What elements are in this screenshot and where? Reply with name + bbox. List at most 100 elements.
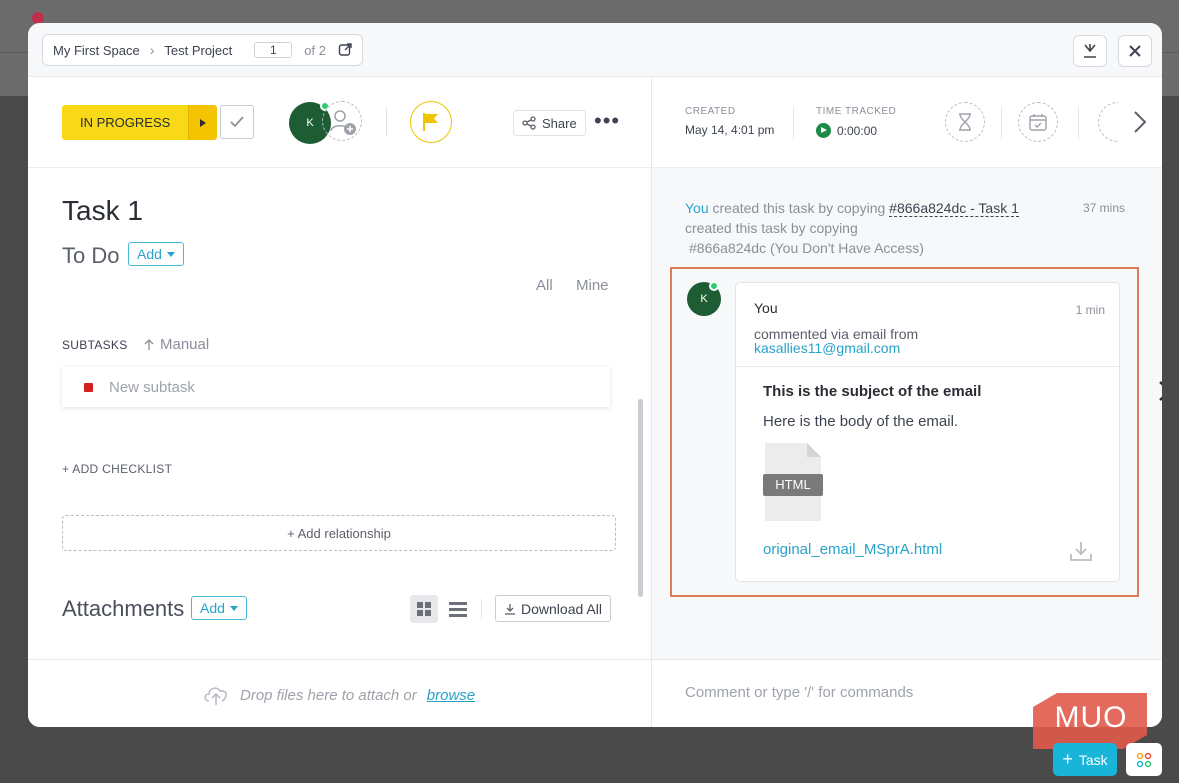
comment-author: You (754, 300, 778, 316)
time-estimate-button[interactable] (945, 102, 985, 142)
list-icon (449, 602, 467, 617)
time-tracked-value: 0:00:00 (837, 124, 878, 138)
minimize-button[interactable] (1073, 35, 1107, 67)
divider (1078, 107, 1079, 139)
share-button[interactable]: Share (513, 110, 586, 136)
created-value: May 14, 4:01 pm (685, 123, 775, 137)
plus-icon: + (1062, 749, 1073, 769)
close-icon (1129, 45, 1141, 57)
email-body: Here is the body of the email. (763, 413, 959, 430)
attachments-heading: Attachments (62, 596, 185, 621)
comment-input[interactable]: Comment or type '/' for commands (685, 684, 913, 701)
hourglass-icon (959, 113, 971, 131)
status-label[interactable]: IN PROGRESS (62, 105, 189, 140)
commenter-initial: K (700, 293, 708, 305)
activity-actor[interactable]: You (685, 200, 709, 216)
sort-manual[interactable]: Manual (160, 336, 209, 353)
comment-header: You 1 min commented via email from kasal… (736, 283, 1119, 367)
add-relationship-button[interactable]: + Add relationship (62, 515, 616, 551)
download-all-button[interactable]: Download All (495, 595, 611, 622)
scrollbar[interactable] (638, 399, 643, 597)
task-meta: CREATED May 14, 4:01 pm TIME TRACKED 0:0… (652, 77, 1162, 168)
download-all-label: Download All (521, 600, 602, 617)
task-modal: My First Space › Test Project 1 of 2 IN … (28, 23, 1162, 727)
breadcrumb-project[interactable]: Test Project (164, 43, 232, 58)
more-meta-button[interactable] (1098, 102, 1118, 142)
online-status-dot (709, 281, 719, 291)
chevron-right-icon: › (149, 42, 155, 58)
highlighted-comment: K You 1 min commented via email from kas… (670, 267, 1139, 597)
subtasks-heading: SUBTASKS (62, 338, 128, 352)
share-label: Share (542, 115, 577, 131)
priority-button[interactable] (410, 101, 452, 143)
task-toolbar: IN PROGRESS K Share ••• (28, 77, 651, 168)
due-date-button[interactable] (1018, 102, 1058, 142)
add-task-button[interactable]: + Task (1053, 743, 1117, 776)
minimize-icon (1084, 44, 1096, 58)
assignee-initial: K (306, 117, 314, 129)
watermark-text: MUO (1054, 701, 1128, 734)
chevron-right-icon[interactable] (1130, 109, 1150, 135)
open-external-icon[interactable] (338, 43, 352, 57)
cloud-upload-icon (204, 687, 227, 705)
todo-add-button[interactable]: Add (128, 242, 184, 266)
apps-button[interactable] (1126, 743, 1162, 776)
attachment-dropzone[interactable]: Drop files here to attach or browse (28, 659, 651, 727)
time-tracked-label: TIME TRACKED (816, 106, 897, 117)
add-assignee-button[interactable] (322, 101, 362, 141)
breadcrumb: My First Space › Test Project 1 of 2 (42, 34, 363, 66)
activity-time: 37 mins (1082, 201, 1125, 215)
new-subtask-input[interactable]: New subtask (62, 367, 610, 407)
html-file-icon[interactable]: HTML (763, 443, 823, 521)
activity-entry: You created this task by copying #866a82… (685, 198, 1125, 258)
activity-task-link[interactable]: #866a824dc - Task 1 (889, 200, 1019, 217)
list-view-button[interactable] (444, 595, 472, 623)
attachment-link[interactable]: original_email_MSprA.html (763, 541, 942, 558)
dropzone-text: Drop files here to attach or browse (202, 684, 475, 706)
activity-line2: created this task by copying (685, 220, 858, 236)
modal-header: My First Space › Test Project 1 of 2 (28, 23, 1162, 77)
activity-text: created this task by copying (708, 200, 890, 216)
comment-time: 1 min (1075, 303, 1105, 317)
add-user-icon (330, 110, 356, 135)
add-checklist-button[interactable]: + ADD CHECKLIST (62, 462, 172, 476)
complete-button[interactable] (220, 105, 254, 139)
more-options-button[interactable]: ••• (594, 110, 620, 132)
grid-view-button[interactable] (410, 595, 438, 623)
filter-all[interactable]: All (536, 277, 553, 294)
time-tracked[interactable]: 0:00:00 (816, 123, 877, 138)
caret-down-icon (166, 251, 175, 257)
breadcrumb-space[interactable]: My First Space (53, 43, 140, 58)
status-next-button[interactable] (188, 105, 218, 140)
close-button[interactable] (1118, 35, 1152, 67)
created-label: CREATED (685, 106, 736, 117)
play-icon[interactable] (816, 123, 831, 138)
caret-down-icon (229, 605, 238, 611)
checkmark-icon (230, 116, 244, 128)
share-icon (522, 116, 536, 130)
divider (386, 107, 387, 137)
divider (793, 107, 794, 139)
chevron-right-icon[interactable] (1157, 379, 1162, 403)
download-icon[interactable] (1070, 541, 1092, 561)
flag-icon (423, 113, 438, 131)
caret-right-icon (200, 118, 207, 127)
sort-arrow-icon (144, 339, 154, 350)
filter-mine[interactable]: Mine (576, 277, 609, 294)
download-icon (505, 603, 515, 615)
calendar-icon (1029, 114, 1047, 131)
comment-email-link[interactable]: kasallies11@gmail.com (754, 340, 900, 356)
attachments-add-button[interactable]: Add (191, 596, 247, 620)
todo-heading: To Do (62, 243, 120, 268)
status-square-icon (84, 382, 93, 392)
activity-line3: #866a824dc (You Don't Have Access) (689, 240, 924, 256)
drop-text: Drop files here to attach or (240, 686, 417, 704)
page-number-input[interactable]: 1 (254, 42, 293, 58)
attachments-add-label: Add (200, 600, 225, 616)
todo-add-label: Add (137, 246, 162, 262)
divider (1001, 107, 1002, 139)
email-subject: This is the subject of the email (763, 383, 982, 400)
status-button[interactable]: IN PROGRESS (62, 105, 218, 140)
browse-link[interactable]: browse (427, 687, 475, 704)
task-title[interactable]: Task 1 (62, 195, 143, 227)
